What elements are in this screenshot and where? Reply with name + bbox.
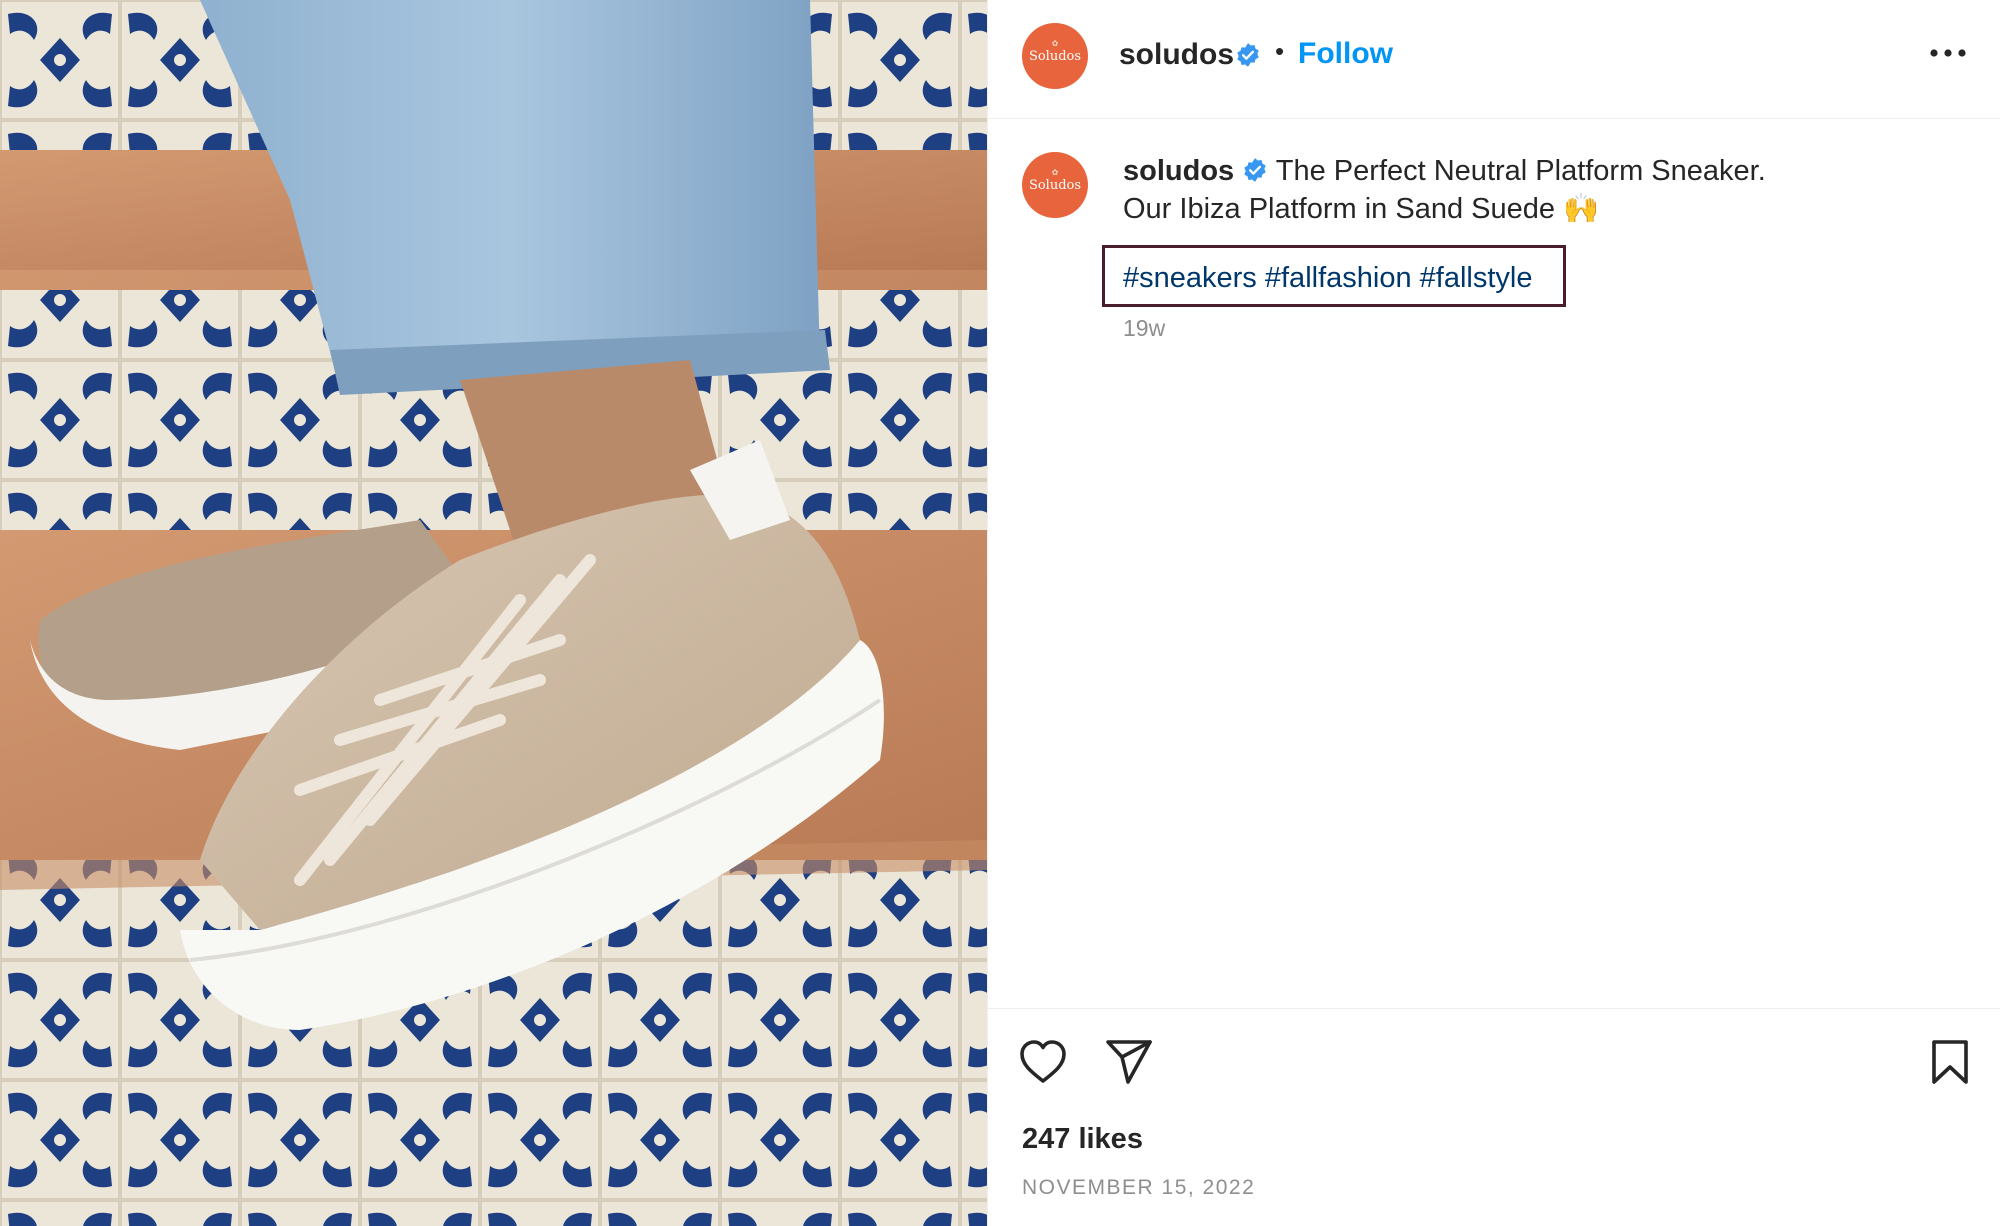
post-header: ✿ Soludos soludos • Follow — [988, 0, 2000, 119]
hashtag-link[interactable]: #sneakers — [1123, 262, 1257, 294]
avatar-crest-icon: ✿ — [1051, 168, 1059, 177]
caption-username[interactable]: soludos — [1123, 155, 1234, 187]
post-date: NOVEMBER 15, 2022 — [1022, 1176, 1256, 1199]
hashtag-link[interactable]: #fallstyle — [1420, 262, 1533, 294]
sneaker-photo — [0, 0, 987, 1226]
avatar-crest-icon: ✿ — [1051, 39, 1059, 48]
author-avatar[interactable]: ✿ Soludos — [1022, 23, 1088, 89]
verified-badge-icon — [1237, 43, 1259, 67]
post-caption: soludos The Perfect Neutral Platform Sne… — [1123, 152, 1943, 228]
bookmark-icon[interactable] — [1928, 1038, 1972, 1086]
hashtag-link[interactable]: #fallfashion — [1265, 262, 1412, 294]
verified-badge-icon — [1244, 158, 1266, 182]
post-age[interactable]: 19w — [1123, 315, 1165, 342]
more-options-icon[interactable] — [1926, 38, 1970, 68]
header-separator: • — [1275, 36, 1285, 66]
post-image[interactable] — [0, 0, 987, 1226]
caption-line-2: Our Ibiza Platform in Sand Suede 🙌 — [1123, 193, 1600, 225]
caption-author-avatar[interactable]: ✿ Soludos — [1022, 152, 1088, 218]
heart-icon[interactable] — [1018, 1038, 1068, 1086]
likes-count[interactable]: 247 likes — [1022, 1123, 1143, 1156]
hashtag-list: #sneakers #fallfashion #fallstyle — [1123, 262, 1532, 295]
author-username[interactable]: soludos — [1119, 38, 1234, 72]
post-details-panel: ✿ Soludos soludos • Follow ✿ Soludos sol… — [988, 0, 2000, 1226]
follow-button[interactable]: Follow — [1298, 37, 1393, 71]
caption-line-1: The Perfect Neutral Platform Sneaker. — [1275, 155, 1766, 187]
actions-divider — [988, 1008, 2000, 1009]
avatar-logo-text: Soludos — [1028, 48, 1082, 64]
avatar-logo-text: Soludos — [1028, 177, 1082, 193]
paper-plane-icon[interactable] — [1104, 1038, 1154, 1086]
